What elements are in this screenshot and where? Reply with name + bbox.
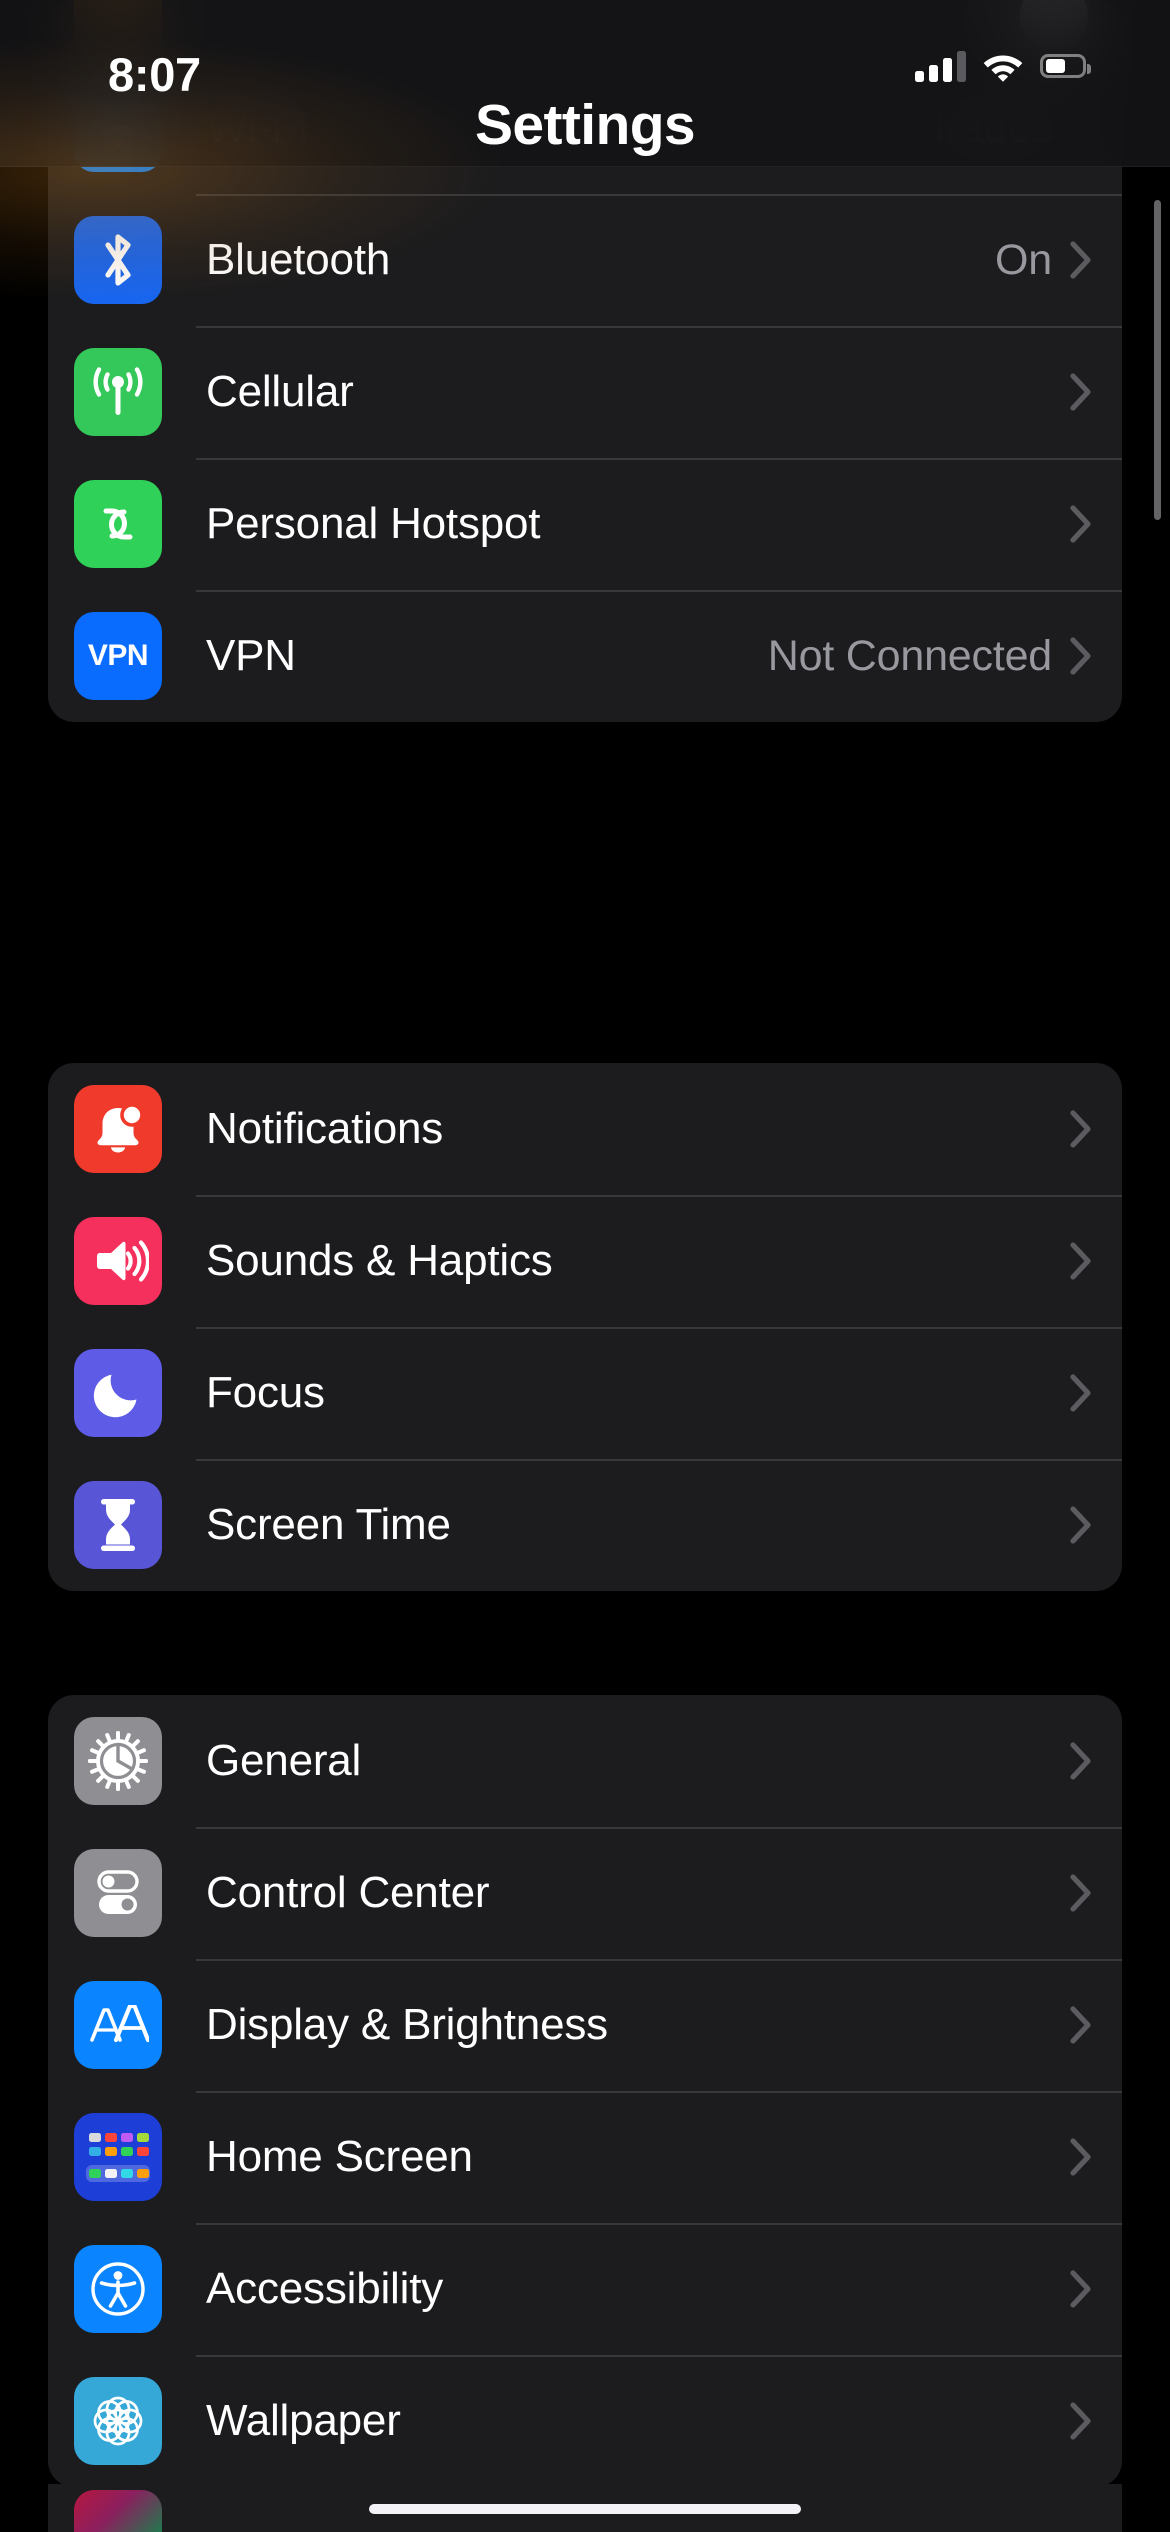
row-separator bbox=[196, 1195, 1122, 1197]
settings-row-general[interactable]: General bbox=[48, 1695, 1122, 1827]
settings-screen: Wi-Fi Irados Bluetooth On bbox=[0, 0, 1170, 2532]
chevron-right-icon bbox=[1070, 505, 1092, 543]
chevron-right-icon bbox=[1070, 241, 1092, 279]
settings-row-bluetooth[interactable]: Bluetooth On bbox=[48, 194, 1122, 326]
cellular-icon bbox=[74, 348, 162, 436]
bell-icon bbox=[74, 1085, 162, 1173]
speaker-icon bbox=[74, 1217, 162, 1305]
status-bar-clock: 8:07 bbox=[108, 48, 201, 101]
row-separator bbox=[196, 194, 1122, 196]
row-separator bbox=[196, 590, 1122, 592]
settings-row-label: VPN bbox=[206, 631, 296, 680]
accessibility-icon bbox=[74, 2245, 162, 2333]
row-separator bbox=[196, 1827, 1122, 1829]
row-separator bbox=[196, 2355, 1122, 2357]
hourglass-icon bbox=[74, 1481, 162, 1569]
settings-row-label: Notifications bbox=[206, 1104, 444, 1153]
settings-row-display-brightness[interactable]: Display & Brightness bbox=[48, 1959, 1122, 2091]
chevron-right-icon bbox=[1070, 1874, 1092, 1912]
settings-row-notifications[interactable]: Notifications bbox=[48, 1063, 1122, 1195]
moon-icon bbox=[74, 1349, 162, 1437]
settings-row-label: Accessibility bbox=[206, 2264, 444, 2313]
settings-row-label: Focus bbox=[206, 1368, 325, 1417]
vpn-icon: VPN bbox=[74, 612, 162, 700]
settings-row-label: Sounds & Haptics bbox=[206, 1236, 553, 1285]
row-separator bbox=[196, 1327, 1122, 1329]
settings-row-cellular[interactable]: Cellular bbox=[48, 326, 1122, 458]
chevron-right-icon bbox=[1070, 2006, 1092, 2044]
chevron-right-icon bbox=[1070, 2138, 1092, 2176]
chevron-right-icon bbox=[1070, 1742, 1092, 1780]
battery-icon bbox=[1040, 54, 1091, 78]
settings-row-value: Not Connected bbox=[767, 631, 1052, 680]
chevron-right-icon bbox=[1070, 2402, 1092, 2440]
settings-row-control-center[interactable]: Control Center bbox=[48, 1827, 1122, 1959]
chevron-right-icon bbox=[1070, 2270, 1092, 2308]
wifi-icon bbox=[983, 55, 1023, 82]
settings-row-personal-hotspot[interactable]: Personal Hotspot bbox=[48, 458, 1122, 590]
settings-row-label: Bluetooth bbox=[206, 235, 391, 284]
bluetooth-icon bbox=[74, 216, 162, 304]
wallpaper-icon bbox=[74, 2377, 162, 2465]
settings-row-label: Cellular bbox=[206, 367, 354, 416]
siri-search-icon bbox=[74, 2490, 162, 2532]
row-separator bbox=[196, 1959, 1122, 1961]
row-separator bbox=[196, 326, 1122, 328]
home-screen-icon bbox=[74, 2113, 162, 2201]
general-group: General Control Center Display & Brightn… bbox=[48, 1695, 1122, 2487]
chevron-right-icon bbox=[1070, 1110, 1092, 1148]
settings-row-home-screen[interactable]: Home Screen bbox=[48, 2091, 1122, 2223]
display-aa-icon bbox=[74, 1981, 162, 2069]
settings-row-value: On bbox=[995, 235, 1052, 284]
settings-row-vpn[interactable]: VPN VPN Not Connected bbox=[48, 590, 1122, 722]
row-separator bbox=[196, 1459, 1122, 1461]
settings-row-focus[interactable]: Focus bbox=[48, 1327, 1122, 1459]
settings-row-label: Personal Hotspot bbox=[206, 499, 541, 548]
chevron-right-icon bbox=[1070, 1506, 1092, 1544]
settings-row-wallpaper[interactable]: Wallpaper bbox=[48, 2355, 1122, 2487]
chevron-right-icon bbox=[1070, 1242, 1092, 1280]
settings-row-sounds-haptics[interactable]: Sounds & Haptics bbox=[48, 1195, 1122, 1327]
settings-row-screen-time[interactable]: Screen Time bbox=[48, 1459, 1122, 1591]
toggles-icon bbox=[74, 1849, 162, 1937]
cellular-bars-icon bbox=[915, 50, 966, 82]
gear-icon bbox=[74, 1717, 162, 1805]
scrollbar[interactable] bbox=[1154, 200, 1161, 520]
settings-row-label: Control Center bbox=[206, 1868, 490, 1917]
personal-hotspot-icon bbox=[74, 480, 162, 568]
settings-row-label: Wallpaper bbox=[206, 2396, 401, 2445]
settings-row-label: Home Screen bbox=[206, 2132, 473, 2181]
chevron-right-icon bbox=[1070, 1374, 1092, 1412]
row-separator bbox=[196, 458, 1122, 460]
notifications-group: Notifications Sounds & Haptics Focus Scr… bbox=[48, 1063, 1122, 1591]
status-bar: 8:07 bbox=[0, 0, 1170, 101]
chevron-right-icon bbox=[1070, 373, 1092, 411]
home-indicator bbox=[369, 2504, 801, 2514]
row-separator bbox=[196, 2223, 1122, 2225]
settings-scroll-view[interactable]: Wi-Fi Irados Bluetooth On bbox=[0, 0, 1170, 2532]
settings-row-label: Screen Time bbox=[206, 1500, 451, 1549]
settings-row-accessibility[interactable]: Accessibility bbox=[48, 2223, 1122, 2355]
chevron-right-icon bbox=[1070, 637, 1092, 675]
settings-row-label: Display & Brightness bbox=[206, 2000, 608, 2049]
row-separator bbox=[196, 2091, 1122, 2093]
settings-row-label: General bbox=[206, 1736, 362, 1785]
